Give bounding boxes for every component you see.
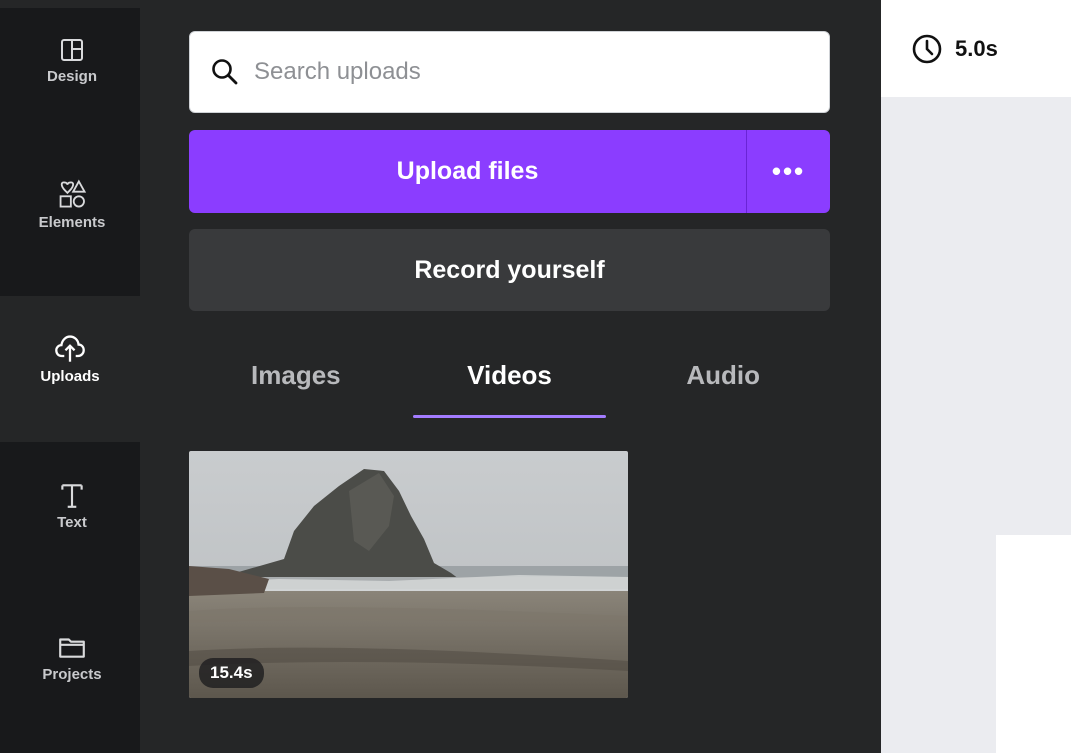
layout-icon xyxy=(61,39,83,61)
tab-videos[interactable]: Videos xyxy=(403,340,617,420)
tab-audio[interactable]: Audio xyxy=(616,340,830,420)
search-input[interactable] xyxy=(254,58,814,86)
search-icon xyxy=(212,59,238,85)
search-box[interactable] xyxy=(189,31,830,113)
nav-item-design[interactable]: Design xyxy=(4,36,140,126)
nav-label-text: Text xyxy=(57,514,87,531)
upload-files-button[interactable]: Upload files xyxy=(189,130,746,213)
nav-rail: Design Elements Uploads Text Projects xyxy=(0,0,140,753)
nav-label-design: Design xyxy=(46,68,97,85)
nav-label-uploads: Uploads xyxy=(40,368,100,385)
text-icon xyxy=(61,484,83,508)
cloud-upload-icon xyxy=(55,335,85,362)
nav-label-projects: Projects xyxy=(42,666,102,683)
design-page[interactable] xyxy=(996,535,1071,753)
nav-item-text[interactable]: Text xyxy=(4,480,140,570)
upload-button-group: Upload files ••• xyxy=(189,130,830,213)
nav-label-elements: Elements xyxy=(38,214,106,231)
rail-gap xyxy=(0,0,140,8)
video-thumbnail[interactable]: 15.4s xyxy=(189,451,628,698)
folder-icon xyxy=(59,638,85,658)
nav-item-uploads[interactable]: Uploads xyxy=(0,296,140,442)
timing-bar: 5.0s xyxy=(881,0,1071,97)
tab-images[interactable]: Images xyxy=(189,340,403,420)
nav-item-elements[interactable]: Elements xyxy=(4,178,140,278)
more-options-button[interactable]: ••• xyxy=(746,130,830,213)
video-duration-badge: 15.4s xyxy=(199,658,264,688)
uploads-panel: Upload files ••• Record yourself Images … xyxy=(140,0,881,753)
nav-item-projects[interactable]: Projects xyxy=(4,632,140,722)
record-yourself-button[interactable]: Record yourself xyxy=(189,229,830,311)
clock-icon[interactable] xyxy=(911,33,943,65)
page-duration[interactable]: 5.0s xyxy=(955,36,998,62)
media-tabs: Images Videos Audio xyxy=(189,340,830,420)
shapes-icon xyxy=(59,179,87,208)
